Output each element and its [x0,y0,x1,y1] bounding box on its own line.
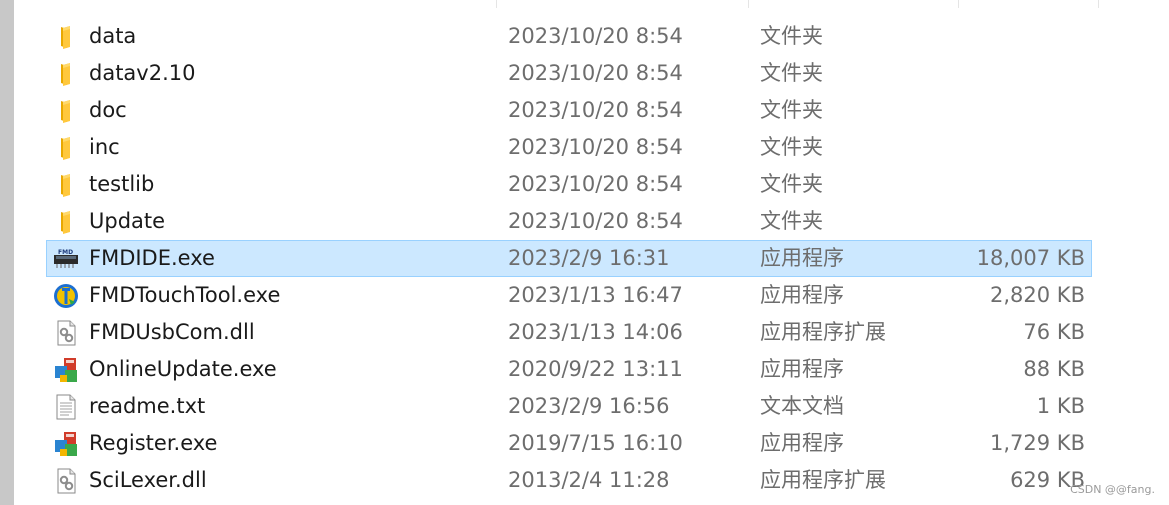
file-type: 应用程序 [760,357,844,381]
file-row[interactable]: data 2023/10/20 8:54 文件夹 [46,18,1092,55]
file-row[interactable]: FMD FMDIDE.exe 2023/2/9 16:31 应用程序 18,007 KB [46,240,1092,277]
file-row[interactable]: FMDTouchTool.exe 2023/1/13 16:47 应用程序 2,820… [46,277,1092,314]
dll-gear-icon [52,319,80,347]
file-name: doc [89,98,127,122]
file-name: datav2.10 [89,61,196,85]
file-name: inc [89,135,120,159]
file-size: 18,007 KB [976,246,1085,270]
file-name: data [89,24,137,48]
file-date-modified: 2023/10/20 8:54 [508,135,683,159]
svg-text:FMD: FMD [58,249,73,256]
file-name: SciLexer.dll [89,468,207,492]
file-date-modified: 2023/2/9 16:31 [508,246,670,270]
file-name: readme.txt [89,394,206,418]
file-row[interactable]: Register.exe 2019/7/15 16:10 应用程序 1,729 KB [46,425,1092,462]
file-name: FMDUsbCom.dll [89,320,255,344]
file-row[interactable]: OnlineUpdate.exe 2020/9/22 13:11 应用程序 88 KB [46,351,1092,388]
file-explorer-window: data 2023/10/20 8:54 文件夹 datav2.10 2023/10/2… [0,0,1169,505]
file-name: Update [89,209,166,233]
file-date-modified: 2013/2/4 11:28 [508,468,670,492]
file-name: FMDTouchTool.exe [89,283,281,307]
column-divider-type-size[interactable] [958,0,959,8]
file-date-modified: 2023/10/20 8:54 [508,209,683,233]
file-date-modified: 2023/10/20 8:54 [508,61,683,85]
file-date-modified: 2023/10/20 8:54 [508,172,683,196]
file-row[interactable]: doc 2023/10/20 8:54 文件夹 [46,92,1092,129]
file-date-modified: 2019/7/15 16:10 [508,431,683,455]
watermark: CSDN @@fang. [1070,483,1155,496]
installer-icon [52,356,80,384]
file-type: 文件夹 [760,209,823,233]
file-name: testlib [89,172,155,196]
file-row[interactable]: testlib 2023/10/20 8:54 文件夹 [46,166,1092,203]
file-type: 文件夹 [760,172,823,196]
file-name: OnlineUpdate.exe [89,357,277,381]
file-date-modified: 2023/10/20 8:54 [508,98,683,122]
file-row[interactable]: Update 2023/10/20 8:54 文件夹 [46,203,1092,240]
file-type: 应用程序扩展 [760,320,886,344]
file-name: FMDIDE.exe [89,246,215,270]
file-list: data 2023/10/20 8:54 文件夹 datav2.10 2023/10/2… [46,18,1092,499]
fmd-chip-icon: FMD [52,245,80,273]
column-divider-size-end[interactable] [1098,0,1099,8]
file-date-modified: 2020/9/22 13:11 [508,357,683,381]
column-divider-name-date[interactable] [496,0,497,8]
touch-tool-icon [52,282,80,310]
navigation-pane-edge[interactable] [0,0,14,505]
file-type: 文本文档 [760,394,844,418]
folder-icon [52,134,80,162]
folder-icon [52,23,80,51]
file-row[interactable]: readme.txt 2023/2/9 16:56 文本文档 1 KB [46,388,1092,425]
folder-icon [52,208,80,236]
file-row[interactable]: datav2.10 2023/10/20 8:54 文件夹 [46,55,1092,92]
file-size: 76 KB [1023,320,1085,344]
text-file-icon [52,393,80,421]
folder-icon [52,97,80,125]
file-date-modified: 2023/2/9 16:56 [508,394,670,418]
file-type: 文件夹 [760,135,823,159]
file-row[interactable]: FMDUsbCom.dll 2023/1/13 14:06 应用程序扩展 76 KB [46,314,1092,351]
file-type: 应用程序 [760,431,844,455]
file-date-modified: 2023/1/13 14:06 [508,320,683,344]
file-row[interactable]: inc 2023/10/20 8:54 文件夹 [46,129,1092,166]
file-type: 应用程序 [760,246,844,270]
file-date-modified: 2023/10/20 8:54 [508,24,683,48]
file-type: 文件夹 [760,98,823,122]
file-name: Register.exe [89,431,218,455]
column-divider-date-type[interactable] [748,0,749,8]
file-size: 1,729 KB [990,431,1085,455]
file-type: 文件夹 [760,61,823,85]
file-size: 2,820 KB [990,283,1085,307]
file-date-modified: 2023/1/13 16:47 [508,283,683,307]
file-size: 88 KB [1023,357,1085,381]
installer-icon [52,430,80,458]
file-row[interactable]: SciLexer.dll 2013/2/4 11:28 应用程序扩展 629 KB [46,462,1092,499]
file-type: 应用程序扩展 [760,468,886,492]
folder-icon [52,171,80,199]
file-type: 应用程序 [760,283,844,307]
file-size: 1 KB [1036,394,1085,418]
file-type: 文件夹 [760,24,823,48]
folder-icon [52,60,80,88]
dll-gear-icon [52,467,80,495]
